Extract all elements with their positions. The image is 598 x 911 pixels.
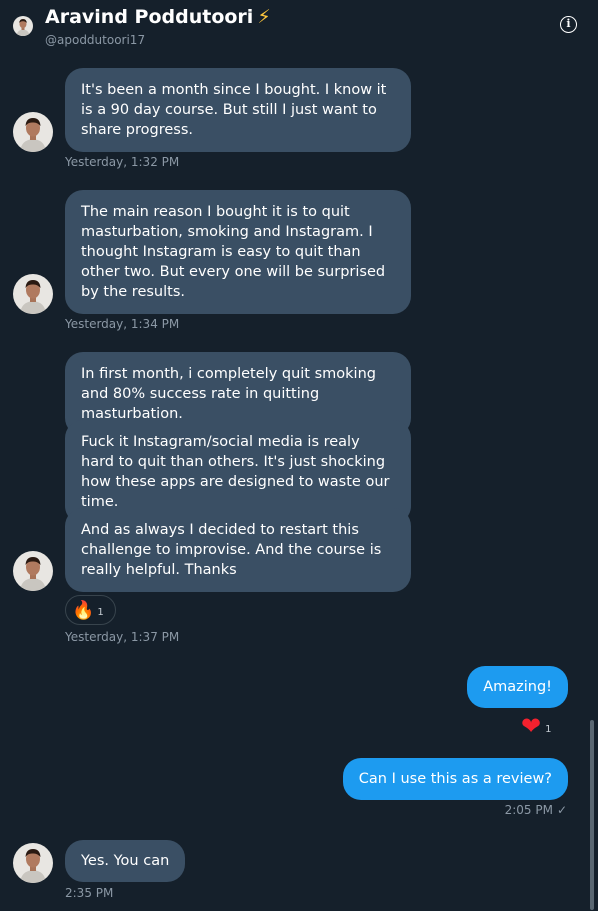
message-bubble-incoming[interactable]: Yes. You can <box>65 840 186 882</box>
message-bubble-incoming[interactable]: The main reason I bought it is to quit m… <box>65 190 411 314</box>
fire-reaction[interactable]: 🔥 1 <box>65 595 116 625</box>
sent-check-icon: ✓ <box>556 803 567 817</box>
message-bubble-outgoing[interactable]: Amazing! <box>467 666 568 708</box>
message-timestamp: Yesterday, 1:34 PM <box>65 317 180 331</box>
message-timestamp: 2:35 PM <box>65 886 114 900</box>
reaction-count: 1 <box>545 723 552 735</box>
timestamp-text: 2:05 PM <box>504 803 553 817</box>
message-timestamp: Yesterday, 1:37 PM <box>65 630 180 644</box>
sender-avatar[interactable] <box>13 843 53 883</box>
sender-avatar[interactable] <box>13 112 53 152</box>
header-avatar[interactable] <box>13 16 33 36</box>
conversation-header: Aravind Poddutoori ⚡ @apoddutoori17 i <box>0 0 598 54</box>
message-timestamp: 2:05 PM ✓ <box>505 803 567 817</box>
message-bubble-incoming[interactable]: It's been a month since I bought. I know… <box>65 68 411 152</box>
message-timestamp: Yesterday, 1:32 PM <box>65 155 180 169</box>
contact-name: Aravind Poddutoori <box>45 6 254 28</box>
info-icon[interactable]: i <box>560 16 577 33</box>
lightning-emoji: ⚡ <box>257 6 271 28</box>
fire-icon: 🔥 <box>72 599 95 621</box>
message-bubble-outgoing[interactable]: Can I use this as a review? <box>342 758 568 800</box>
heart-icon: ❤ <box>521 712 542 740</box>
contact-handle: @apoddutoori17 <box>45 33 146 47</box>
sender-avatar[interactable] <box>13 274 53 314</box>
sender-avatar[interactable] <box>13 551 53 591</box>
message-bubble-incoming[interactable]: And as always I decided to restart this … <box>65 508 411 592</box>
scrollbar[interactable] <box>590 720 594 910</box>
heart-reaction[interactable]: ❤ 1 <box>521 714 551 738</box>
reaction-count: 1 <box>97 606 104 618</box>
